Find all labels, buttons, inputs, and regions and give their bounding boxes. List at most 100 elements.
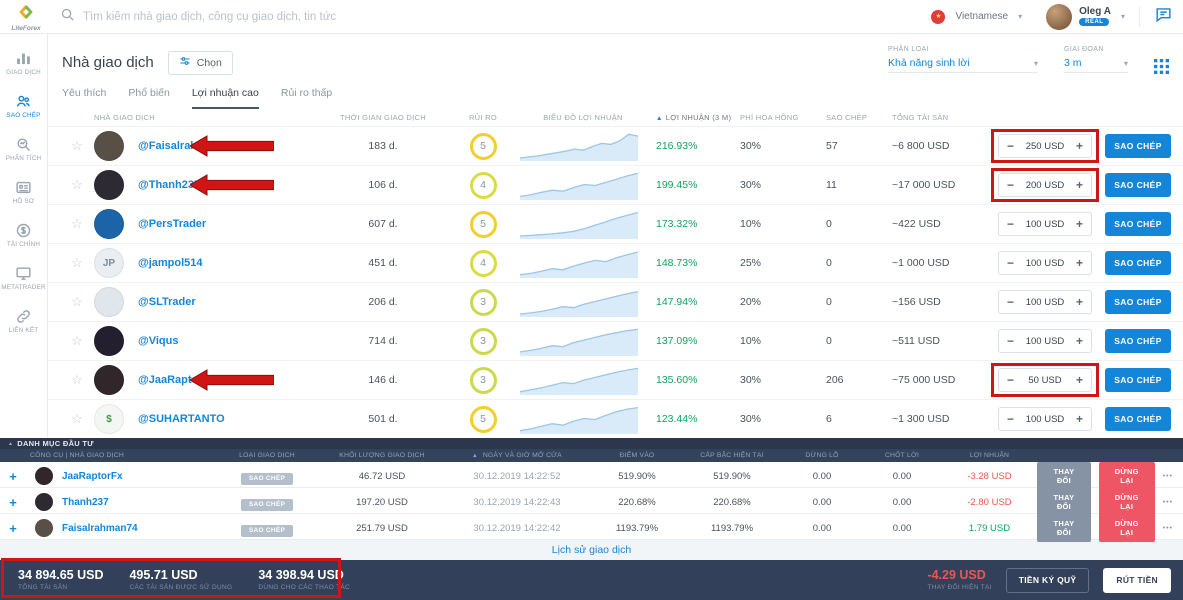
favorite-star-icon[interactable]: ☆	[60, 294, 94, 310]
trader-row: ☆ $ @SUHARTANTO 501 d. 5 123.44% 30% 6 ~…	[48, 400, 1183, 438]
increase-amount-button[interactable]: +	[1076, 374, 1083, 386]
tab-rủi-ro-thấp[interactable]: Rủi ro thấp	[281, 87, 332, 109]
copy-trader-button[interactable]: SAO CHÉP	[1105, 212, 1171, 236]
trader-name-link[interactable]: @Viqus	[138, 335, 318, 347]
favorite-star-icon[interactable]: ☆	[60, 255, 94, 271]
commission-value: 30%	[732, 140, 818, 152]
favorite-star-icon[interactable]: ☆	[60, 333, 94, 349]
sidebar-item-sao-chep[interactable]: SAO CHÉP	[0, 85, 48, 128]
expand-row-button[interactable]: +	[0, 470, 26, 483]
margin-button[interactable]: TIỀN KÝ QUỸ	[1006, 568, 1090, 593]
copy-trader-button[interactable]: SAO CHÉP	[1105, 368, 1171, 392]
amount-value[interactable]: 250 USD	[1026, 141, 1065, 152]
decrease-amount-button[interactable]: −	[1007, 179, 1014, 191]
tab-phổ-biến[interactable]: Phổ biến	[128, 87, 169, 109]
stop-copy-button[interactable]: DỪNG LẠI	[1099, 462, 1155, 490]
period-select[interactable]: 3 m▾	[1064, 57, 1128, 73]
more-options-button[interactable]: •••	[1163, 525, 1173, 532]
increase-amount-button[interactable]: +	[1076, 413, 1083, 425]
amount-value[interactable]: 100 USD	[1026, 336, 1065, 347]
col-open-datetime[interactable]: ▲ NGÀY VÀ GIỜ MỞ CỬA	[442, 452, 592, 459]
copies-count: 0	[818, 257, 884, 269]
chat-icon[interactable]	[1154, 5, 1173, 29]
decrease-amount-button[interactable]: −	[1007, 335, 1014, 347]
change-label: THAY ĐỔI HIỆN TẠI	[927, 584, 991, 591]
amount-value[interactable]: 100 USD	[1026, 258, 1065, 269]
favorite-star-icon[interactable]: ☆	[60, 138, 94, 154]
sidebar-item-metatrader[interactable]: METATRADER	[0, 257, 48, 300]
increase-amount-button[interactable]: +	[1076, 140, 1083, 152]
trader-name-link[interactable]: @jampol514	[138, 257, 318, 269]
search-input[interactable]	[83, 11, 931, 23]
trade-history-link[interactable]: Lịch sử giao dịch	[552, 544, 631, 556]
trader-name-link[interactable]: @Faisalrahman74	[138, 140, 318, 152]
trader-name-link[interactable]: @JaaRaptorFx	[138, 374, 318, 386]
favorite-star-icon[interactable]: ☆	[60, 216, 94, 232]
increase-amount-button[interactable]: +	[1076, 296, 1083, 308]
expand-row-button[interactable]: +	[0, 522, 26, 535]
increase-amount-button[interactable]: +	[1076, 179, 1083, 191]
user-chevron-icon[interactable]: ▾	[1121, 12, 1125, 21]
brand-name: LiteForex	[11, 26, 40, 33]
decrease-amount-button[interactable]: −	[1007, 257, 1014, 269]
finance-icon	[15, 222, 32, 239]
filter-select-button[interactable]: Chọn	[168, 51, 233, 75]
trader-name-link[interactable]: JaaRaptorFx	[62, 471, 212, 482]
tab-lợi-nhuận-cao[interactable]: Lợi nhuận cao	[192, 87, 259, 109]
change-button[interactable]: THAY ĐỔI	[1037, 462, 1091, 490]
decrease-amount-button[interactable]: −	[1007, 296, 1014, 308]
sidebar-item-tai-chinh[interactable]: TÀI CHÍNH	[0, 214, 48, 257]
grid-view-icon[interactable]	[1154, 59, 1169, 79]
amount-value[interactable]: 200 USD	[1026, 180, 1065, 191]
amount-value[interactable]: 100 USD	[1026, 297, 1065, 308]
change-button[interactable]: THAY ĐỔI	[1037, 488, 1091, 516]
language-selector[interactable]: Vietnamese	[955, 11, 1008, 22]
trader-name-link[interactable]: @SLTrader	[138, 296, 318, 308]
copy-trader-button[interactable]: SAO CHÉP	[1105, 290, 1171, 314]
user-menu[interactable]: Oleg A REAL	[1046, 4, 1111, 30]
expand-row-button[interactable]: +	[0, 496, 26, 509]
total-assets: ~511 USD	[884, 335, 994, 347]
copy-trader-button[interactable]: SAO CHÉP	[1105, 173, 1171, 197]
trader-name-link[interactable]: Thanh237	[62, 497, 212, 508]
withdraw-button[interactable]: RÚT TIỀN	[1103, 568, 1171, 593]
stop-copy-button[interactable]: DỪNG LẠI	[1099, 488, 1155, 516]
decrease-amount-button[interactable]: −	[1007, 218, 1014, 230]
copy-trader-button[interactable]: SAO CHÉP	[1105, 407, 1171, 431]
col-profit-sort[interactable]: ▲LỢI NHUẬN (3 M)	[648, 113, 732, 122]
more-options-button[interactable]: •••	[1163, 473, 1173, 480]
amount-value[interactable]: 50 USD	[1028, 375, 1061, 386]
decrease-amount-button[interactable]: −	[1007, 413, 1014, 425]
tab-yêu-thích[interactable]: Yêu thích	[62, 87, 106, 109]
trader-name-link[interactable]: @PersTrader	[138, 218, 318, 230]
more-options-button[interactable]: •••	[1163, 499, 1173, 506]
decrease-amount-button[interactable]: −	[1007, 374, 1014, 386]
copy-trader-button[interactable]: SAO CHÉP	[1105, 251, 1171, 275]
copy-trader-button[interactable]: SAO CHÉP	[1105, 134, 1171, 158]
sort-select[interactable]: Khả năng sinh lời▾	[888, 57, 1038, 73]
decrease-amount-button[interactable]: −	[1007, 140, 1014, 152]
brand-logo[interactable]: LiteForex	[0, 1, 52, 33]
favorite-star-icon[interactable]: ☆	[60, 372, 94, 388]
copy-trader-button[interactable]: SAO CHÉP	[1105, 329, 1171, 353]
portfolio-tab[interactable]: ▲ DANH MỤC ĐẦU TƯ	[8, 439, 94, 448]
increase-amount-button[interactable]: +	[1076, 218, 1083, 230]
trader-name-link[interactable]: Faisalrahman74	[62, 523, 212, 534]
trader-name-link[interactable]: @Thanh237	[138, 179, 318, 191]
sidebar-item-phan-tich[interactable]: PHÂN TÍCH	[0, 128, 48, 171]
risk-indicator: 3	[470, 289, 497, 316]
amount-value[interactable]: 100 USD	[1026, 414, 1065, 425]
stop-copy-button[interactable]: DỪNG LẠI	[1099, 514, 1155, 542]
sidebar-item-ho-so[interactable]: HỒ SƠ	[0, 171, 48, 214]
copies-count: 0	[818, 218, 884, 230]
change-button[interactable]: THAY ĐỔI	[1037, 514, 1091, 542]
language-chevron-icon[interactable]: ▾	[1018, 12, 1022, 21]
trader-name-link[interactable]: @SUHARTANTO	[138, 413, 318, 425]
favorite-star-icon[interactable]: ☆	[60, 411, 94, 427]
sidebar-item-lien-ket[interactable]: LIÊN KẾT	[0, 300, 48, 343]
favorite-star-icon[interactable]: ☆	[60, 177, 94, 193]
amount-value[interactable]: 100 USD	[1026, 219, 1065, 230]
sidebar-item-giao-dich[interactable]: GIAO DỊCH	[0, 42, 48, 85]
increase-amount-button[interactable]: +	[1076, 335, 1083, 347]
increase-amount-button[interactable]: +	[1076, 257, 1083, 269]
